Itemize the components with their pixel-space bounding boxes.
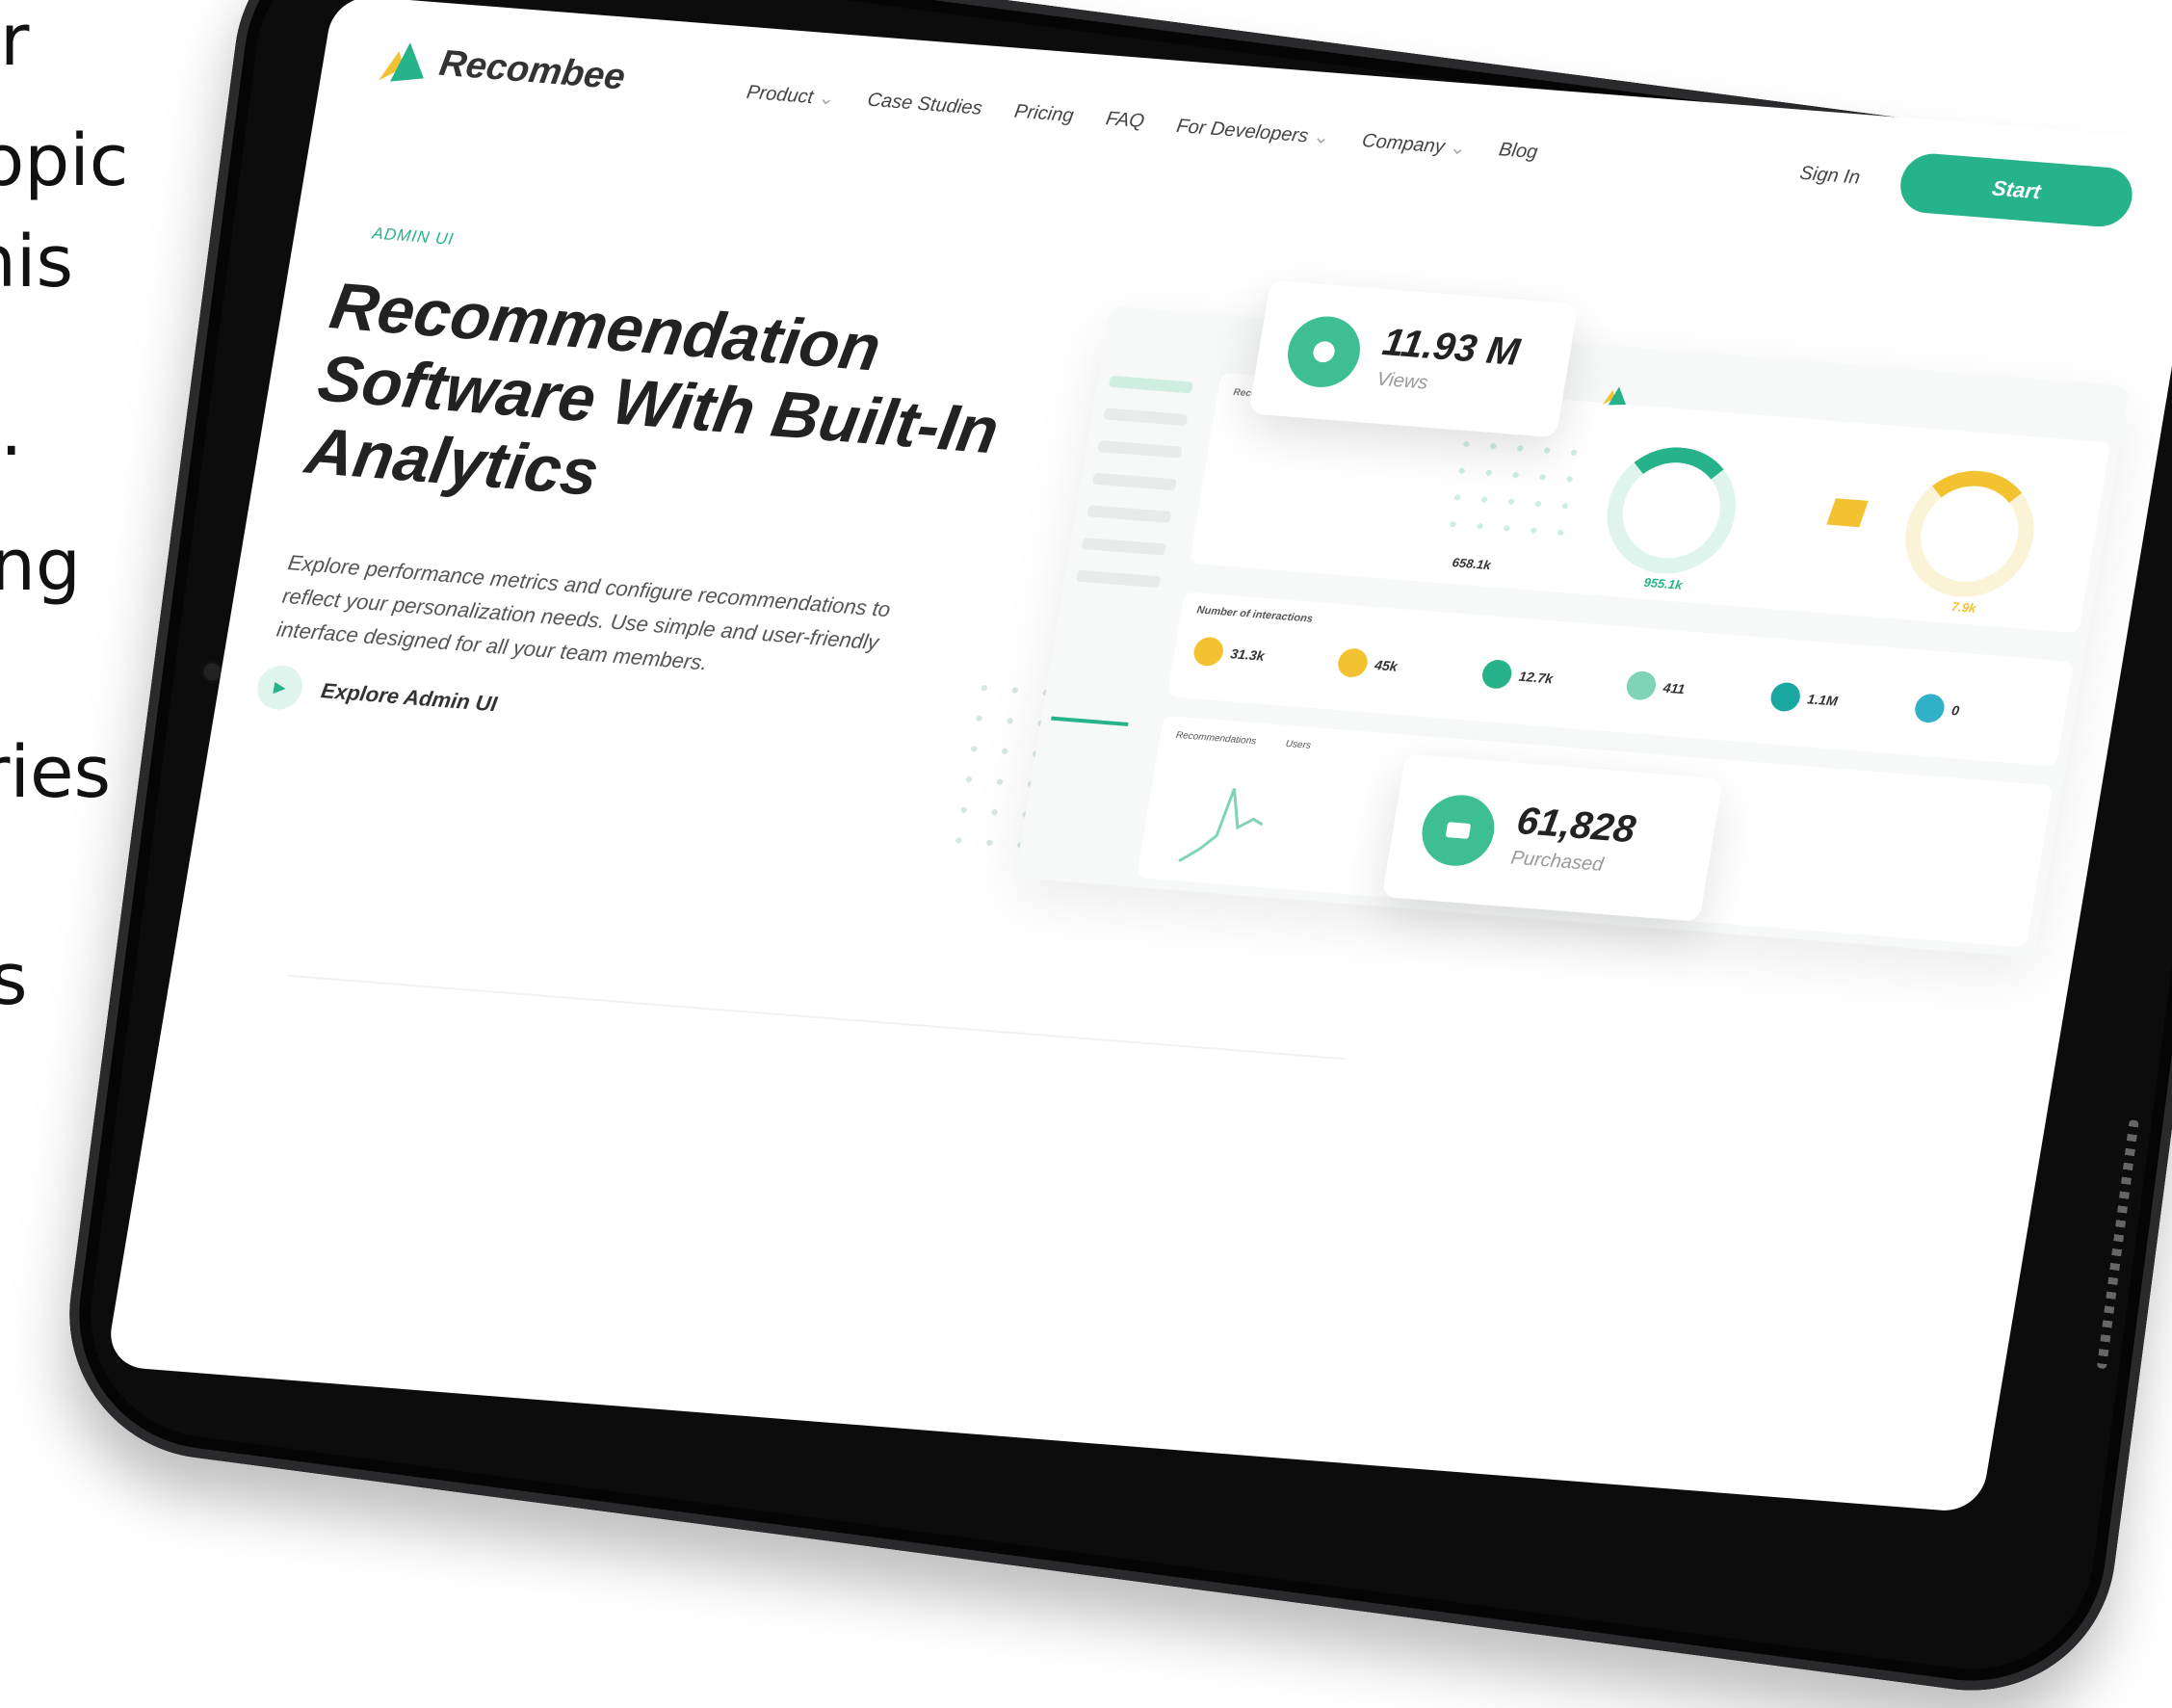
brand-name: Recombee	[436, 42, 629, 98]
chart-filter[interactable]: Recommendations	[1175, 730, 1257, 747]
nav-product[interactable]: Product	[745, 80, 836, 111]
chip-icon	[1479, 658, 1514, 690]
dashboard-nav-item	[1081, 537, 1166, 556]
interaction-chip: 411	[1624, 670, 1687, 703]
dashboard-nav-item	[1108, 375, 1193, 394]
hero-eyebrow: ADMIN UI	[371, 223, 456, 249]
text-fragment: r	[0, 0, 30, 82]
interactions-title: Number of interactions	[1195, 604, 1314, 625]
purchased-stat-card: 61,828 Purchased	[1381, 753, 1723, 922]
dashboard-nav-item	[1103, 407, 1189, 427]
sign-in-link[interactable]: Sign In	[1798, 163, 1862, 190]
interaction-chip: 45k	[1335, 647, 1400, 680]
metric-left: 658.1k	[1451, 555, 1492, 573]
tablet-device: Recombee Product Case Studies Pricing FA…	[52, 0, 2172, 1708]
chip-icon	[1624, 670, 1659, 701]
nav-faq[interactable]: FAQ	[1104, 108, 1146, 135]
start-button[interactable]: Start	[1896, 151, 2137, 229]
text-fragment: opic	[0, 119, 129, 202]
chip-icon	[1768, 681, 1803, 713]
chip-icon	[1912, 693, 1947, 724]
chip-icon	[1335, 647, 1370, 679]
chip-value: 1.1M	[1806, 691, 1840, 709]
interaction-chip: 1.1M	[1768, 681, 1840, 715]
text-fragment: ries	[0, 731, 112, 814]
dashboard-nav-item	[1092, 472, 1177, 491]
nav-company[interactable]: Company	[1360, 128, 1468, 160]
recombee-logo-icon	[378, 42, 424, 82]
chip-icon	[1191, 636, 1226, 668]
nav-case-studies[interactable]: Case Studies	[865, 90, 983, 122]
section-divider	[287, 974, 1346, 1061]
nav-pricing[interactable]: Pricing	[1012, 101, 1076, 130]
tablet-screen: Recombee Product Case Studies Pricing FA…	[105, 0, 2172, 1513]
yellow-donut-chart	[1896, 465, 2044, 602]
dashboard-progress-line	[1051, 716, 1129, 726]
chip-value: 0	[1950, 702, 1961, 719]
nav-blog[interactable]: Blog	[1497, 139, 1539, 166]
explore-admin-ui-link[interactable]: ▶ Explore Admin UI	[253, 664, 501, 726]
line-chart	[1178, 788, 1264, 863]
explore-admin-ui-label: Explore Admin UI	[319, 678, 499, 717]
chart-filter[interactable]: Users	[1285, 739, 1312, 751]
metric-mid: 955.1k	[1642, 574, 1684, 592]
cash-icon	[1416, 792, 1500, 869]
chip-value: 45k	[1374, 657, 1400, 674]
purchased-value: 61,828	[1513, 799, 1639, 851]
eye-icon	[1282, 313, 1366, 390]
text-fragment: s	[0, 938, 28, 1021]
views-stat-card: 11.93 M Views	[1248, 279, 1579, 438]
views-value: 11.93 M	[1379, 320, 1523, 374]
dashboard-nav-item	[1076, 569, 1162, 589]
dashboard-dot-chart	[1435, 430, 1600, 556]
chip-value: 411	[1662, 679, 1687, 697]
hero-title: Recommendation Software With Built-In An…	[301, 270, 1030, 541]
chip-value: 31.3k	[1229, 645, 1266, 664]
dashboard-nav-item	[1086, 505, 1172, 523]
interaction-chip: 12.7k	[1479, 658, 1556, 693]
yellow-badge-icon	[1826, 498, 1869, 528]
dashboard-logo-icon	[1602, 386, 1627, 406]
nav-for-developers[interactable]: For Developers	[1175, 114, 1332, 149]
text-fragment: ng	[0, 524, 81, 607]
interaction-chip: 0	[1912, 693, 1962, 724]
metric-right: 7.9k	[1950, 598, 1977, 616]
dashboard-nav-item	[1097, 440, 1183, 459]
nav-links: Product Case Studies Pricing FAQ For Dev…	[745, 80, 1540, 166]
views-label: Views	[1374, 368, 1430, 394]
green-donut-chart	[1597, 442, 1746, 579]
text-fragment: .	[0, 389, 23, 472]
interaction-chip: 31.3k	[1191, 636, 1267, 670]
chip-value: 12.7k	[1517, 668, 1555, 687]
play-icon: ▶	[253, 664, 306, 712]
text-fragment: his	[0, 221, 74, 303]
purchased-label: Purchased	[1509, 847, 1606, 876]
